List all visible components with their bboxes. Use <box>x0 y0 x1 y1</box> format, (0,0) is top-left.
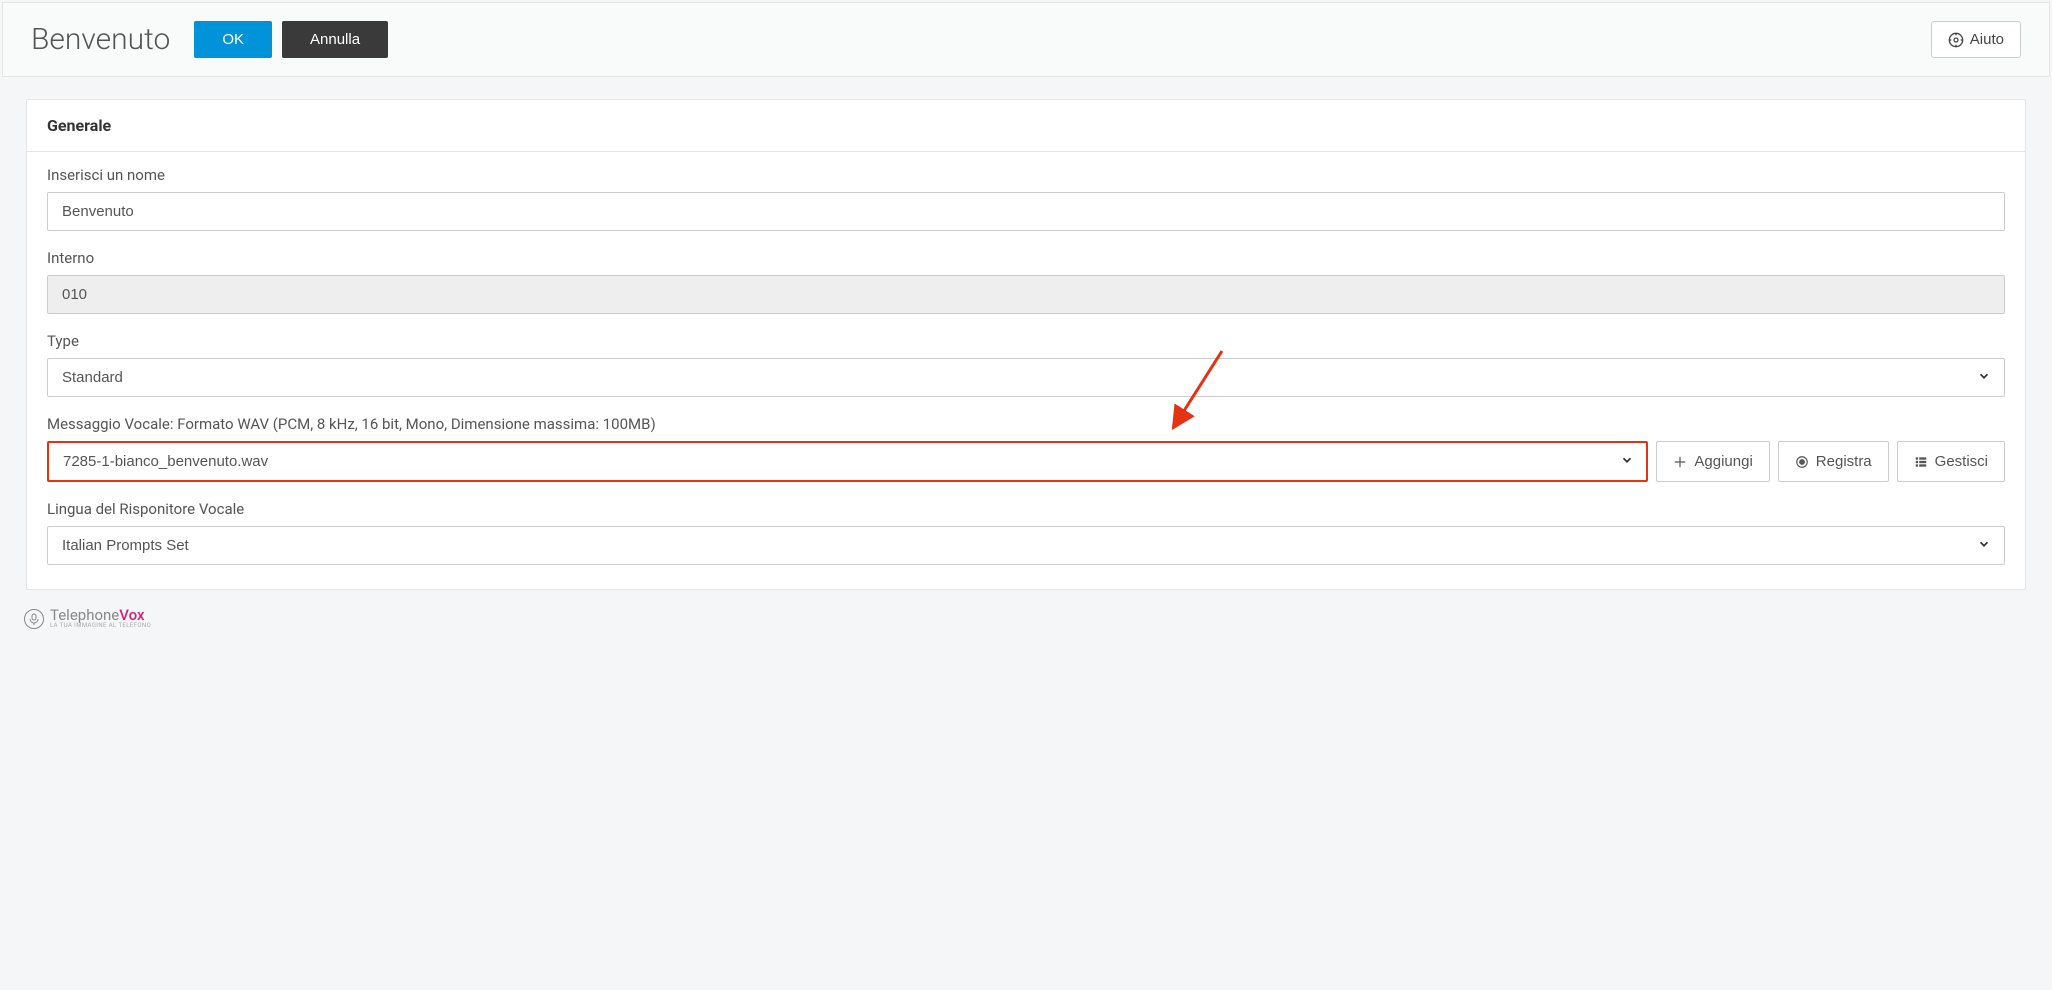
plus-icon <box>1673 455 1687 469</box>
card-header: Generale <box>27 100 2025 152</box>
brand-name: TelephoneVox <box>50 608 151 623</box>
generale-card: Generale Inserisci un nome Interno Type <box>26 99 2026 590</box>
lang-label: Lingua del Risponitore Vocale <box>47 500 2005 518</box>
cancel-button[interactable]: Annulla <box>282 21 388 58</box>
lang-select[interactable]: Italian Prompts Set <box>47 526 2005 565</box>
record-label: Registra <box>1816 453 1872 470</box>
type-select[interactable]: Standard <box>47 358 2005 397</box>
name-label: Inserisci un nome <box>47 166 2005 184</box>
microphone-icon <box>24 609 44 629</box>
page-title: Benvenuto <box>31 22 170 57</box>
list-icon <box>1914 455 1928 469</box>
manage-button[interactable]: Gestisci <box>1897 441 2005 482</box>
help-button[interactable]: Aiuto <box>1931 21 2021 58</box>
name-input[interactable] <box>47 192 2005 231</box>
interno-label: Interno <box>47 249 2005 267</box>
section-title: Generale <box>47 116 2005 135</box>
ok-button[interactable]: OK <box>194 21 272 58</box>
brand-tagline: LA TUA IMMAGINE AL TELEFONO <box>50 623 151 629</box>
header-bar: Benvenuto OK Annulla Aiuto <box>2 2 2050 77</box>
type-label: Type <box>47 332 2005 350</box>
manage-label: Gestisci <box>1935 453 1988 470</box>
interno-input <box>47 275 2005 314</box>
voice-label: Messaggio Vocale: Formato WAV (PCM, 8 kH… <box>47 415 2005 433</box>
add-button[interactable]: Aggiungi <box>1656 441 1769 482</box>
voice-file-select[interactable]: 7285-1-bianco_benvenuto.wav <box>47 441 1648 482</box>
add-label: Aggiungi <box>1694 453 1752 470</box>
record-icon <box>1795 455 1809 469</box>
footer-logo: TelephoneVox LA TUA IMMAGINE AL TELEFONO <box>2 600 2050 641</box>
help-label: Aiuto <box>1970 31 2004 48</box>
help-icon <box>1948 32 1964 48</box>
record-button[interactable]: Registra <box>1778 441 1889 482</box>
